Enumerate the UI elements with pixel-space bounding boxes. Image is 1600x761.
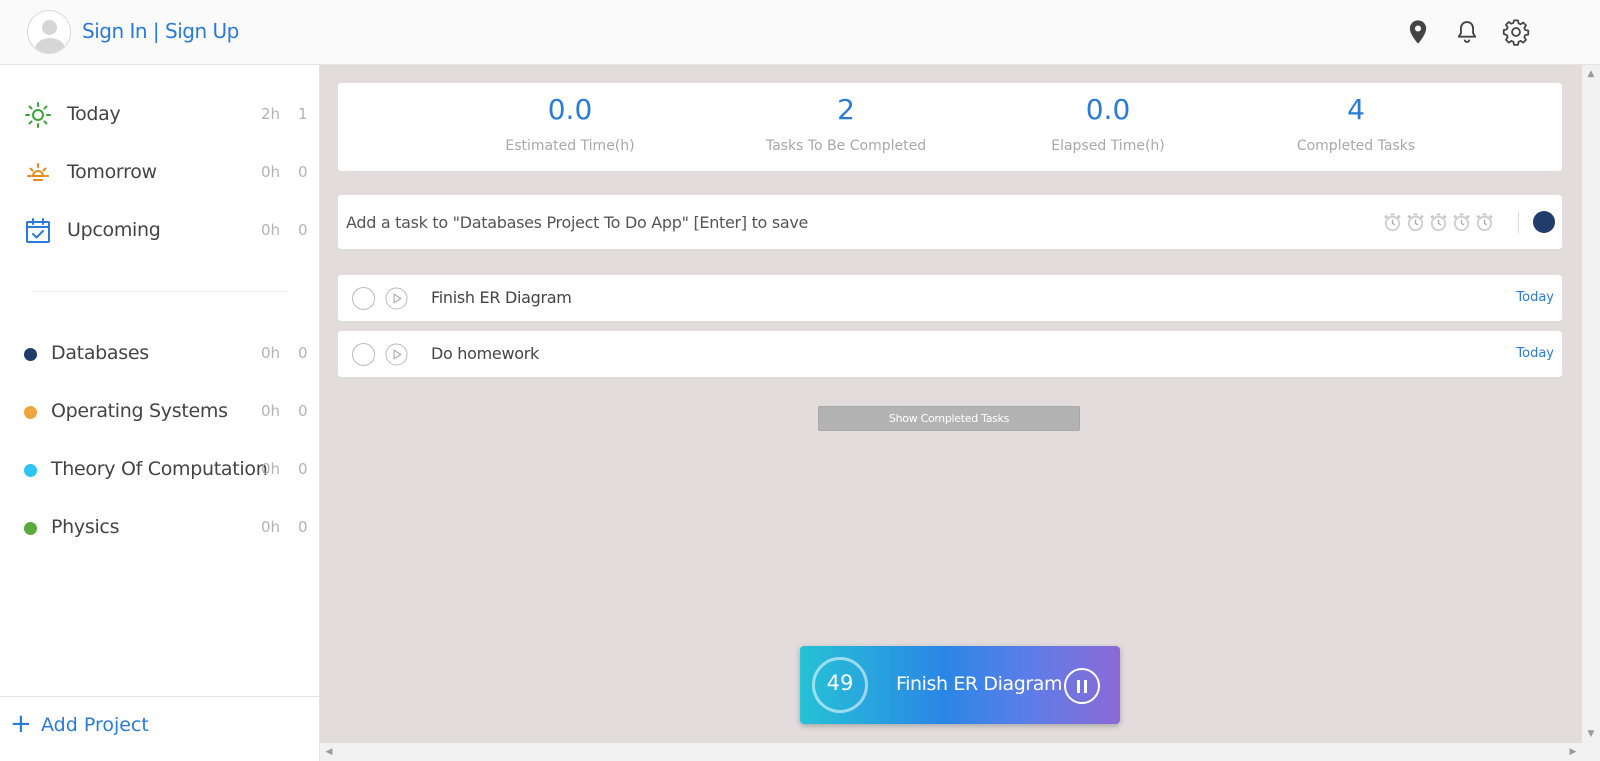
scroll-right-arrow-icon[interactable]: ▶ bbox=[1564, 743, 1582, 761]
stat-value: 4 bbox=[1347, 93, 1365, 126]
sidebar-item-hours: 0h bbox=[261, 518, 281, 536]
sidebar-item-label: Databases bbox=[51, 342, 149, 364]
bell-icon[interactable] bbox=[1453, 18, 1481, 46]
project-color-picker[interactable] bbox=[1533, 211, 1555, 233]
stat-value: 0.0 bbox=[1085, 93, 1131, 126]
top-header: Sign In | Sign Up bbox=[0, 0, 1600, 65]
task-row[interactable]: Do homework Today bbox=[338, 331, 1562, 377]
horizontal-scrollbar[interactable]: ◀ ▶ bbox=[320, 743, 1582, 761]
sidebar-item-physics[interactable]: Physics 0h 0 bbox=[0, 508, 320, 548]
sidebar-item-hours: 0h bbox=[261, 402, 281, 420]
sidebar-item-label: Physics bbox=[51, 516, 120, 538]
play-icon[interactable] bbox=[385, 287, 408, 310]
stat-tasks-to-complete: 2 Tasks To Be Completed bbox=[726, 83, 966, 154]
active-timer-bar[interactable]: 49 Finish ER Diagram bbox=[800, 646, 1120, 724]
timer-minutes: 49 bbox=[826, 671, 854, 695]
sidebar-item-count: 0 bbox=[298, 460, 308, 478]
pause-button[interactable] bbox=[1064, 668, 1100, 704]
stat-elapsed-time: 0.0 Elapsed Time(h) bbox=[988, 83, 1228, 154]
plus-icon: + bbox=[10, 709, 32, 739]
sidebar-divider bbox=[33, 291, 287, 292]
avatar[interactable] bbox=[27, 10, 71, 54]
sidebar-item-operating-systems[interactable]: Operating Systems 0h 0 bbox=[0, 392, 320, 432]
sidebar-item-hours: 0h bbox=[261, 163, 281, 181]
add-task-bar bbox=[338, 195, 1562, 249]
scroll-down-arrow-icon[interactable]: ▼ bbox=[1582, 725, 1600, 743]
sidebar-item-count: 0 bbox=[298, 221, 308, 239]
stat-label: Elapsed Time(h) bbox=[1051, 138, 1165, 154]
timer-icon[interactable] bbox=[1451, 211, 1472, 233]
timer-icon[interactable] bbox=[1405, 211, 1426, 233]
sidebar-item-today[interactable]: Today 2h 1 bbox=[0, 95, 320, 135]
sidebar-item-label: Tomorrow bbox=[67, 161, 157, 183]
stat-label: Completed Tasks bbox=[1296, 138, 1416, 154]
project-color-dot bbox=[24, 406, 37, 419]
sidebar-item-upcoming[interactable]: Upcoming 0h 0 bbox=[0, 211, 320, 251]
add-project-label: Add Project bbox=[41, 714, 149, 736]
sidebar-item-label: Today bbox=[67, 103, 121, 125]
avatar-body bbox=[35, 38, 65, 53]
project-color-dot bbox=[24, 348, 37, 361]
sidebar-item-label: Theory Of Computation bbox=[51, 458, 268, 480]
task-due-date[interactable]: Today bbox=[1516, 346, 1554, 361]
task-title: Do homework bbox=[431, 344, 539, 363]
sign-in-link[interactable]: Sign In | Sign Up bbox=[82, 19, 239, 43]
sidebar-item-count: 0 bbox=[298, 163, 308, 181]
complete-checkbox[interactable] bbox=[352, 343, 375, 366]
sidebar-item-count: 1 bbox=[298, 105, 308, 123]
task-title: Finish ER Diagram bbox=[431, 288, 572, 307]
divider bbox=[1518, 211, 1519, 233]
sidebar-item-hours: 2h bbox=[261, 105, 281, 123]
project-color-dot bbox=[24, 464, 37, 477]
stat-value: 0.0 bbox=[547, 93, 593, 126]
sidebar-item-hours: 0h bbox=[261, 221, 281, 239]
sun-icon bbox=[24, 101, 52, 129]
sunrise-icon bbox=[24, 159, 52, 187]
task-row[interactable]: Finish ER Diagram Today bbox=[338, 275, 1562, 321]
sidebar-item-label: Upcoming bbox=[67, 219, 161, 241]
stat-label: Tasks To Be Completed bbox=[765, 138, 927, 154]
gear-icon[interactable] bbox=[1502, 18, 1530, 46]
play-icon[interactable] bbox=[385, 343, 408, 366]
stat-completed-tasks: 4 Completed Tasks bbox=[1236, 83, 1476, 154]
location-pin-icon[interactable] bbox=[1404, 18, 1432, 46]
calendar-check-icon bbox=[24, 217, 52, 245]
stat-estimated-time: 0.0 Estimated Time(h) bbox=[450, 83, 690, 154]
sidebar-item-count: 0 bbox=[298, 344, 308, 362]
stats-panel: 0.0 Estimated Time(h) 2 Tasks To Be Comp… bbox=[338, 83, 1562, 171]
pause-bar bbox=[1077, 680, 1080, 693]
add-project-button[interactable]: + Add Project bbox=[0, 696, 320, 761]
sidebar-item-hours: 0h bbox=[261, 344, 281, 362]
sidebar-item-hours: 0h bbox=[261, 460, 281, 478]
add-task-input[interactable] bbox=[346, 205, 1346, 239]
stat-label: Estimated Time(h) bbox=[505, 138, 635, 154]
timer-icon[interactable] bbox=[1474, 211, 1495, 233]
task-due-date[interactable]: Today bbox=[1516, 290, 1554, 305]
sidebar-item-count: 0 bbox=[298, 402, 308, 420]
timer-icon[interactable] bbox=[1428, 211, 1449, 233]
sidebar-item-databases[interactable]: Databases 0h 0 bbox=[0, 334, 320, 374]
sidebar: Today 2h 1 Tomorrow 0h 0 Upcoming 0h 0 D… bbox=[0, 65, 320, 761]
sidebar-item-theory-of-computation[interactable]: Theory Of Computation 0h 0 bbox=[0, 450, 320, 490]
pause-bar bbox=[1084, 680, 1087, 693]
sidebar-item-tomorrow[interactable]: Tomorrow 0h 0 bbox=[0, 153, 320, 193]
scroll-up-arrow-icon[interactable]: ▲ bbox=[1582, 65, 1600, 83]
timer-icon[interactable] bbox=[1382, 211, 1403, 233]
stat-value: 2 bbox=[837, 93, 855, 126]
complete-checkbox[interactable] bbox=[352, 287, 375, 310]
avatar-head bbox=[42, 20, 57, 35]
vertical-scrollbar[interactable]: ▲ ▼ bbox=[1582, 65, 1600, 761]
project-color-dot bbox=[24, 522, 37, 535]
sidebar-item-count: 0 bbox=[298, 518, 308, 536]
scroll-left-arrow-icon[interactable]: ◀ bbox=[320, 743, 338, 761]
show-completed-button[interactable]: Show Completed Tasks bbox=[818, 406, 1080, 431]
main-content: 0.0 Estimated Time(h) 2 Tasks To Be Comp… bbox=[320, 65, 1582, 743]
sidebar-item-label: Operating Systems bbox=[51, 400, 228, 422]
timer-task-name: Finish ER Diagram bbox=[896, 673, 1063, 695]
